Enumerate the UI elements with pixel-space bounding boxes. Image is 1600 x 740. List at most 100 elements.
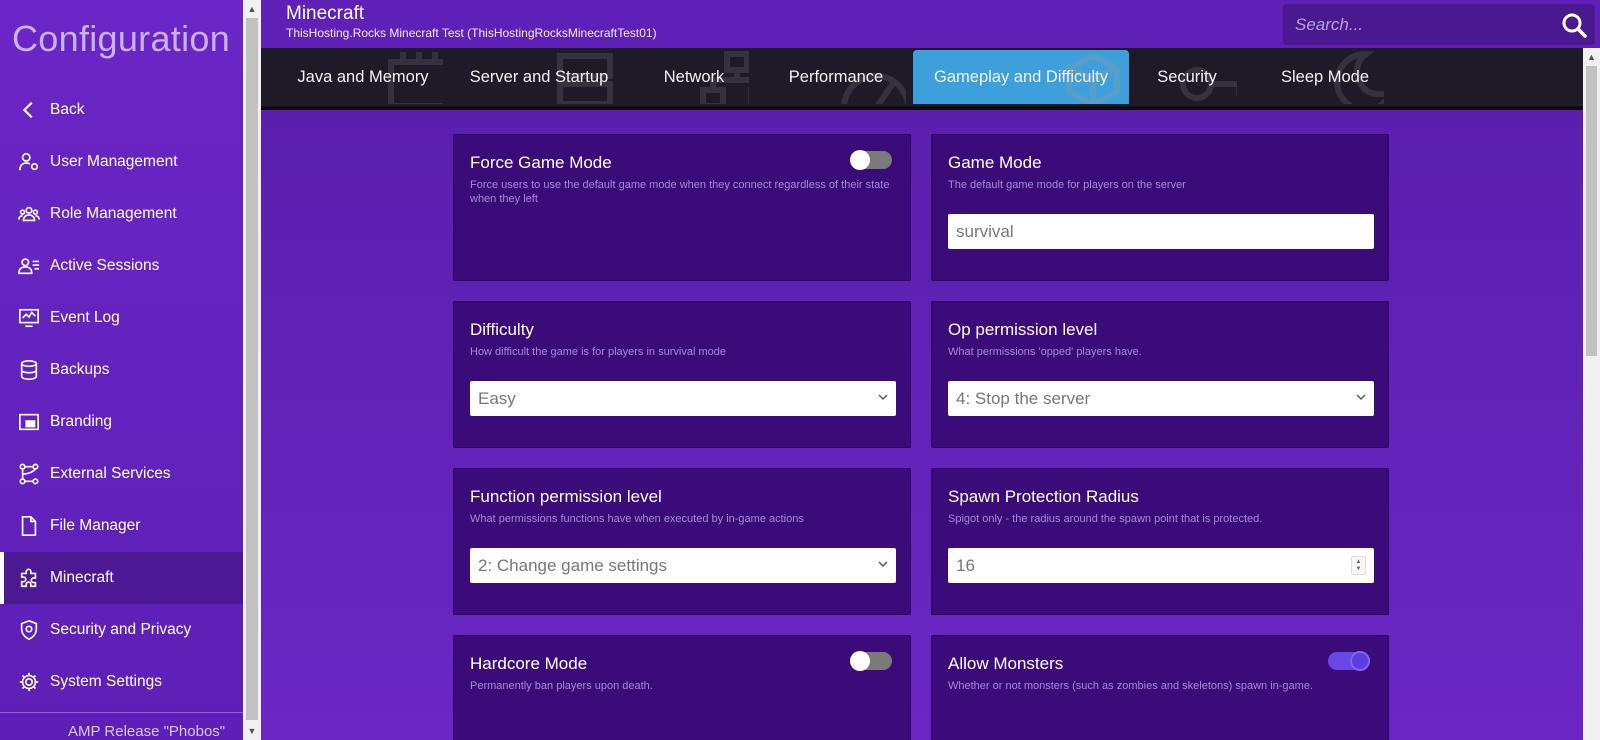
field-value: 2: Change game settings (478, 555, 668, 575)
tab-gameplay-and-difficulty[interactable]: Gameplay and Difficulty (913, 50, 1129, 104)
tab-security[interactable]: Security (1137, 50, 1237, 104)
settings-tabbar: Java and Memory Server and Startup Netwo… (261, 48, 1583, 110)
tab-label: Network (663, 67, 725, 86)
tab-server-and-startup[interactable]: Server and Startup (454, 50, 624, 104)
setting-title: Op permission level (948, 320, 1098, 339)
setting-description: What permissions 'opped' players have. (948, 346, 1142, 358)
toggle-knob (850, 651, 870, 671)
function-permission-select[interactable]: 2: Change game settings (470, 548, 896, 583)
force-game-mode-toggle[interactable] (850, 150, 892, 170)
tab-java-and-memory[interactable]: Java and Memory (283, 50, 443, 104)
tab-label: Sleep Mode (1280, 67, 1370, 86)
setting-force-game-mode: Force Game Mode Force users to use the d… (453, 134, 911, 281)
database-icon (18, 359, 40, 381)
content-scrollbar-thumb[interactable] (1586, 66, 1597, 356)
tab-label: Server and Startup (469, 67, 609, 86)
game-mode-input[interactable]: survival (948, 214, 1374, 249)
setting-difficulty: Difficulty How difficult the game is for… (453, 301, 911, 448)
setting-description: Spigot only - the radius around the spaw… (948, 513, 1263, 525)
setting-title: Spawn Protection Radius (948, 487, 1139, 506)
hardcore-mode-toggle[interactable] (850, 651, 892, 671)
field-value: 16 (956, 555, 975, 575)
sidebar-item-back[interactable]: Back (0, 84, 243, 136)
sidebar-item-label: File Manager (50, 517, 141, 534)
scroll-up-arrow-icon[interactable]: ▲ (243, 0, 261, 18)
instance-subtitle: ThisHosting.Rocks Minecraft Test (ThisHo… (286, 26, 657, 40)
shield-icon (18, 619, 40, 641)
sidebar-item-label: External Services (50, 465, 171, 482)
sidebar-item-security-and-privacy[interactable]: Security and Privacy (0, 604, 243, 656)
sidebar-item-event-log[interactable]: Event Log (0, 292, 243, 344)
chevron-down-icon (878, 561, 888, 567)
setting-game-mode: Game Mode The default game mode for play… (931, 134, 1389, 281)
allow-monsters-toggle[interactable] (1328, 651, 1370, 671)
field-value: survival (956, 221, 1014, 241)
sidebar-item-branding[interactable]: Branding (0, 396, 243, 448)
network-icon (18, 463, 40, 485)
setting-description: Permanently ban players upon death. (470, 680, 653, 692)
sidebar-item-label: User Management (50, 153, 178, 170)
setting-description: Force users to use the default game mode… (470, 179, 890, 205)
tab-label: Security (1157, 67, 1217, 86)
sidebar-item-label: Minecraft (50, 569, 114, 586)
setting-function-permission-level: Function permission level What permissio… (453, 468, 911, 615)
sidebar-item-label: System Settings (50, 673, 162, 690)
sidebar-item-label: Security and Privacy (50, 621, 192, 638)
search-input[interactable] (1283, 4, 1543, 45)
sidebar-item-label: Backups (50, 361, 110, 378)
user-list-icon (18, 255, 40, 277)
tab-network[interactable]: Network (639, 50, 749, 104)
picture-frame-icon (18, 411, 40, 433)
tab-label: Performance (788, 67, 884, 86)
search-icon[interactable] (1561, 12, 1587, 38)
chevron-down-icon (878, 394, 888, 400)
sidebar-scrollbar[interactable]: ▲ ▼ (243, 0, 261, 740)
scroll-down-arrow-icon[interactable]: ▼ (243, 722, 261, 740)
app-header: Minecraft ThisHosting.Rocks Minecraft Te… (261, 0, 1600, 48)
sidebar-item-minecraft[interactable]: Minecraft (0, 552, 243, 604)
setting-description: Whether or not monsters (such as zombies… (948, 680, 1313, 692)
setting-spawn-protection-radius: Spawn Protection Radius Spigot only - th… (931, 468, 1389, 615)
sidebar-item-label: Role Management (50, 205, 177, 222)
sidebar: Configuration Back User Management Role … (0, 0, 243, 740)
setting-allow-monsters: Allow Monsters Whether or not monsters (… (931, 635, 1389, 740)
sidebar-item-role-management[interactable]: Role Management (0, 188, 243, 240)
tab-sleep-mode[interactable]: Sleep Mode (1266, 50, 1384, 104)
field-value: Easy (478, 388, 516, 408)
sidebar-item-user-management[interactable]: User Management (0, 136, 243, 188)
setting-title: Allow Monsters (948, 654, 1064, 673)
user-gear-icon (18, 151, 40, 173)
monitor-chart-icon (18, 307, 40, 329)
number-stepper-icon[interactable]: ▲ ▼ (1351, 556, 1366, 575)
settings-content: Force Game Mode Force users to use the d… (261, 110, 1583, 740)
difficulty-select[interactable]: Easy (470, 381, 896, 416)
content-scrollbar[interactable]: ▲ (1583, 48, 1600, 740)
sidebar-item-label: Active Sessions (50, 257, 160, 274)
setting-description: The default game mode for players on the… (948, 179, 1186, 191)
sidebar-item-active-sessions[interactable]: Active Sessions (0, 240, 243, 292)
sidebar-item-file-manager[interactable]: File Manager (0, 500, 243, 552)
setting-description: What permissions functions have when exe… (470, 513, 804, 525)
field-value: 4: Stop the server (956, 388, 1091, 408)
sidebar-scrollbar-thumb[interactable] (246, 18, 258, 720)
sidebar-item-backups[interactable]: Backups (0, 344, 243, 396)
sidebar-item-label: Event Log (50, 309, 120, 326)
spawn-protection-number-input[interactable]: 16 ▲ ▼ (948, 548, 1374, 583)
sidebar-item-label: Back (50, 101, 85, 118)
tab-label: Gameplay and Difficulty (934, 67, 1108, 86)
chevron-left-icon (18, 99, 40, 121)
setting-title: Difficulty (470, 320, 534, 339)
version-label: AMP Release "Phobos" (0, 712, 243, 740)
tab-performance[interactable]: Performance (766, 50, 906, 104)
toggle-knob (1350, 651, 1370, 671)
setting-hardcore-mode: Hardcore Mode Permanently ban players up… (453, 635, 911, 740)
gear-icon (18, 671, 40, 693)
sidebar-item-external-services[interactable]: External Services (0, 448, 243, 500)
sidebar-item-system-settings[interactable]: System Settings (0, 656, 243, 708)
users-icon (18, 203, 40, 225)
op-permission-select[interactable]: 4: Stop the server (948, 381, 1374, 416)
setting-title: Function permission level (470, 487, 662, 506)
scroll-up-arrow-icon[interactable]: ▲ (1583, 48, 1600, 66)
setting-title: Force Game Mode (470, 153, 612, 172)
setting-op-permission-level: Op permission level What permissions 'op… (931, 301, 1389, 448)
